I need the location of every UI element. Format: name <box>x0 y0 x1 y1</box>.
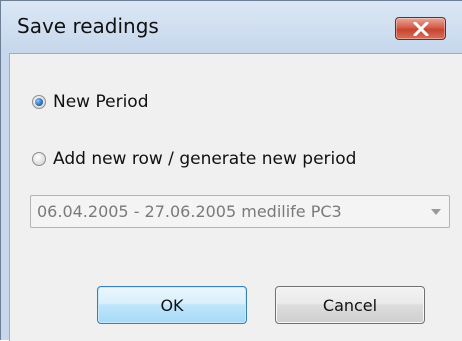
chevron-down-icon <box>431 209 441 215</box>
cancel-button-label: Cancel <box>322 295 378 315</box>
new-period-option[interactable]: New Period <box>32 92 149 112</box>
title-bar[interactable]: Save readings <box>1 1 462 53</box>
ok-button-label: OK <box>160 295 184 315</box>
close-button[interactable] <box>395 17 446 40</box>
add-new-row-option[interactable]: Add new row / generate new period <box>32 149 356 169</box>
new-period-radio[interactable] <box>32 95 46 109</box>
dialog-title: Save readings <box>17 14 159 38</box>
new-period-label: New Period <box>53 92 149 112</box>
save-readings-dialog: Save readings New Period Add new row / g… <box>0 0 462 341</box>
period-select-value: 06.04.2005 - 27.06.2005 medilife PC3 <box>37 202 342 221</box>
dialog-body: New Period Add new row / generate new pe… <box>9 53 462 341</box>
cancel-button[interactable]: Cancel <box>275 286 425 324</box>
add-new-row-label: Add new row / generate new period <box>53 149 357 169</box>
period-select[interactable]: 06.04.2005 - 27.06.2005 medilife PC3 <box>30 195 450 228</box>
ok-button[interactable]: OK <box>97 286 247 324</box>
add-new-row-radio[interactable] <box>32 152 46 166</box>
close-icon <box>413 22 429 36</box>
